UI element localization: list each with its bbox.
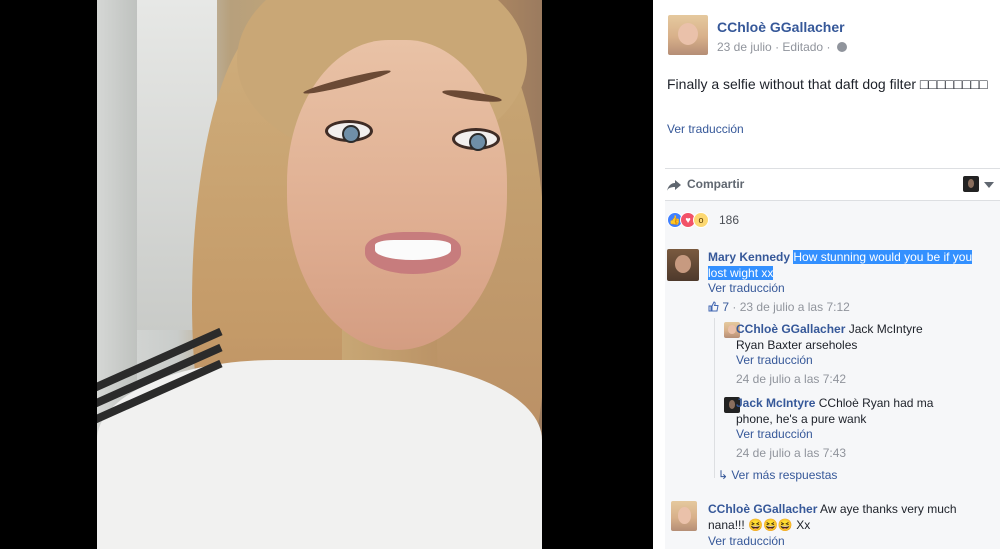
post-photo[interactable] [97,0,542,549]
post-author-name[interactable]: CChloè GGallacher [717,19,845,35]
post-edited[interactable]: Editado [782,40,823,54]
share-icon [667,180,681,191]
comment-avatar[interactable] [671,501,697,531]
comment-like-count[interactable]: 7 [722,300,729,314]
comment-translate-link[interactable]: Ver traducción [708,281,785,295]
comments-section: Mary Kennedy How stunning would you be i… [665,239,1000,549]
meta-separator: · [826,40,831,54]
comment-author[interactable]: Mary Kennedy [708,250,790,264]
reply-thread-line [714,318,715,478]
photo-eye [325,120,373,143]
photo-teeth [375,240,451,260]
reactions-bar[interactable]: 👍 ♥ o 186 [665,201,1000,239]
reply-time[interactable]: 24 de julio a las 7:43 [736,446,846,460]
like-icon[interactable] [708,301,719,312]
reply-translate-link[interactable]: Ver traducción [736,427,813,441]
reply-body: CChloè GGallacher Jack McIntyre Ryan Bax… [736,321,926,353]
reply-author[interactable]: CChloè GGallacher [736,322,845,336]
reply-body: Jack McIntyre CChloè Ryan had ma phone, … [736,395,946,427]
post-date[interactable]: 23 de julio [717,40,772,54]
more-replies-link[interactable]: ↳ Ver más respuestas [718,468,837,482]
comment-footer: 7 · 23 de julio a las 7:12 [708,300,850,314]
comment-time[interactable]: 23 de julio a las 7:12 [740,300,850,314]
divider [665,168,1000,169]
reply-author[interactable]: Jack McIntyre [736,396,815,410]
chevron-down-icon[interactable] [984,182,994,188]
wow-reaction-icon: o [693,212,709,228]
reply-translate-link[interactable]: Ver traducción [736,353,813,367]
meta-separator: · [775,40,780,54]
author-avatar[interactable] [668,15,708,55]
reaction-count[interactable]: 186 [719,213,739,227]
photo-viewer[interactable] [0,0,653,549]
post-panel: CChloè GGallacher 23 de julio · Editado … [653,0,1000,549]
comment-avatar[interactable] [667,249,699,281]
comment-body: Mary Kennedy How stunning would you be i… [708,249,993,281]
post-meta: 23 de julio · Editado · [717,40,847,54]
globe-icon[interactable] [836,42,847,52]
comment-body: CChloè GGallacher Aw aye thanks very muc… [708,501,978,533]
more-replies-label: Ver más respuestas [731,468,838,482]
reply-arrow-icon: ↳ [718,468,729,482]
comment-translate-link[interactable]: Ver traducción [708,534,785,548]
post-translate-link[interactable]: Ver traducción [667,122,744,136]
post-text: Finally a selfie without that daft dog f… [667,76,988,92]
reply-time[interactable]: 24 de julio a las 7:42 [736,372,846,386]
share-as-avatar[interactable] [963,176,979,192]
share-button[interactable]: Compartir [687,177,744,191]
photo-eye [452,128,500,151]
comment-author[interactable]: CChloè GGallacher [708,502,817,516]
